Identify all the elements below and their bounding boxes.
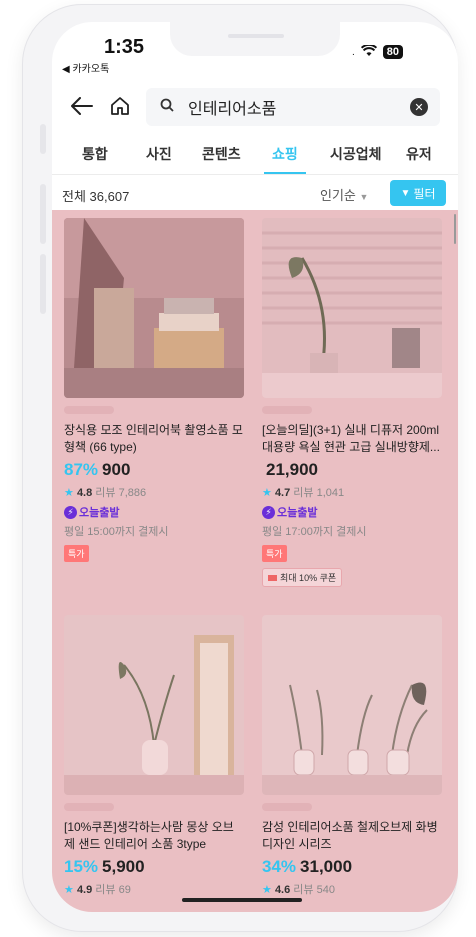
scrollbar[interactable] xyxy=(454,214,456,244)
funnel-icon: ▼ xyxy=(400,187,411,199)
volume-up-button xyxy=(40,184,46,244)
delivery-deadline: 평일 17:00까지 결제시 xyxy=(262,526,367,538)
sort-label: 인기순 xyxy=(320,188,356,203)
filter-button[interactable]: ▼ 필터 xyxy=(390,180,446,206)
delivery-label: 오늘출발 xyxy=(79,507,120,519)
brand-name xyxy=(262,803,312,811)
price: 5,900 xyxy=(102,857,145,876)
special-price-badge: 특가 xyxy=(262,545,287,562)
sort-dropdown[interactable]: 인기순 ▼ xyxy=(320,185,368,204)
tab-photos[interactable]: 사진 xyxy=(146,144,172,164)
star-icon: ★ xyxy=(262,884,272,896)
badge-row: 특가 xyxy=(262,539,442,562)
coupon-badge: 최대 10% 쿠폰 xyxy=(262,568,343,587)
today-delivery: ⚡ 오늘출발 xyxy=(262,504,442,520)
result-count: 전체 36,607 xyxy=(62,189,130,204)
rating-value: 4.8 xyxy=(76,487,93,499)
rating-row: ★ 4.6 리뷰 540 xyxy=(262,881,442,897)
home-icon[interactable] xyxy=(104,90,136,122)
price: 900 xyxy=(102,460,131,479)
review-count: 리뷰 7,886 xyxy=(95,487,147,499)
product-name: [10%쿠폰]생각하는사람 몽상 오브제 샌드 인테리어 소품 3type xyxy=(64,820,234,851)
price: 31,000 xyxy=(300,857,353,876)
star-icon: ★ xyxy=(64,487,74,499)
today-delivery: ⚡ 오늘출발 xyxy=(64,504,244,520)
back-arrow-icon[interactable] xyxy=(66,90,98,122)
rating-value: 4.6 xyxy=(274,884,291,896)
product-name: 장식용 모조 인테리어북 촬영소품 모형책 (66 type) xyxy=(64,423,243,454)
brand-name xyxy=(64,406,114,414)
product-name: [오늘의딜](3+1) 실내 디퓨저 200ml 대용량 욕실 현관 고급 실내… xyxy=(262,423,440,454)
product-image[interactable] xyxy=(262,218,442,398)
product-card[interactable]: 장식용 모조 인테리어북 촬영소품 모형책 (66 type) 87% 900 ★… xyxy=(64,218,244,562)
product-grid: 장식용 모조 인테리어북 촬영소품 모형책 (66 type) 87% 900 ★… xyxy=(52,210,458,912)
price: 21,900 xyxy=(266,460,318,479)
price-row: 21,900 xyxy=(262,460,442,480)
product-name: 감성 인테리어소품 철제오브제 화병디자인 시리즈 xyxy=(262,820,438,851)
search-tabs: 통합 사진 콘텐츠 쇼핑 시공업체 유저 xyxy=(52,132,458,175)
product-card[interactable]: [오늘의딜](3+1) 실내 디퓨저 200ml 대용량 욕실 현관 고급 실내… xyxy=(262,218,442,587)
coupon-label: 최대 10% 쿠폰 xyxy=(280,573,337,583)
mute-switch xyxy=(40,124,46,154)
delivery-deadline: 평일 15:00까지 결제시 xyxy=(64,526,169,538)
price-row: 15% 5,900 xyxy=(64,857,244,877)
price-row: 34% 31,000 xyxy=(262,857,442,877)
product-image[interactable] xyxy=(262,615,442,795)
star-icon: ★ xyxy=(262,487,272,499)
speaker-grille xyxy=(228,34,284,38)
price-row: 87% 900 xyxy=(64,460,244,480)
status-icons: . 80 xyxy=(352,43,404,60)
notch xyxy=(170,22,340,56)
status-time: 1:35 xyxy=(104,36,145,58)
delivery-label: 오늘출발 xyxy=(277,507,318,519)
top-bar: ✕ xyxy=(52,84,458,130)
special-price-badge: 특가 xyxy=(64,545,89,562)
rating-row: ★ 4.8 리뷰 7,886 xyxy=(64,484,244,500)
tab-shopping[interactable]: 쇼핑 xyxy=(272,144,298,164)
product-image[interactable] xyxy=(64,615,244,795)
review-count: 리뷰 540 xyxy=(293,884,335,896)
tab-integrated[interactable]: 통합 xyxy=(82,144,108,164)
product-image[interactable] xyxy=(64,218,244,398)
back-to-app-link[interactable]: ◀ 카카오톡 xyxy=(62,60,109,75)
brand-name xyxy=(262,406,312,414)
wifi-icon xyxy=(360,43,377,60)
brand-name xyxy=(64,803,114,811)
screen: 1:35 ◀ 카카오톡 . 80 ✕ 통합 사진 콘텐츠 쇼핑 시공업체 유저 xyxy=(52,22,458,912)
discount-rate: 87% xyxy=(64,460,99,479)
chevron-down-icon: ▼ xyxy=(359,192,369,202)
product-card[interactable]: [10%쿠폰]생각하는사람 몽상 오브제 샌드 인테리어 소품 3type 15… xyxy=(64,615,244,897)
rating-row: ★ 4.9 리뷰 69 xyxy=(64,881,244,897)
rating-value: 4.7 xyxy=(274,487,291,499)
home-indicator[interactable] xyxy=(182,898,302,902)
star-icon: ★ xyxy=(64,884,74,896)
search-input[interactable] xyxy=(186,97,390,117)
review-count: 리뷰 1,041 xyxy=(293,487,345,499)
lightning-icon: ⚡ xyxy=(262,505,275,519)
rating-row: ★ 4.7 리뷰 1,041 xyxy=(262,484,442,500)
signal-icon: . xyxy=(352,46,355,58)
product-card[interactable]: 감성 인테리어소품 철제오브제 화병디자인 시리즈 34% 31,000 ★ 4.… xyxy=(262,615,442,897)
tab-users[interactable]: 유저 xyxy=(406,144,432,164)
discount-rate: 15% xyxy=(64,857,99,876)
review-count: 리뷰 69 xyxy=(95,884,131,896)
lightning-icon: ⚡ xyxy=(64,505,77,519)
filter-label: 필터 xyxy=(413,186,436,201)
tab-contents[interactable]: 콘텐츠 xyxy=(202,144,241,164)
discount-rate: 34% xyxy=(262,857,297,876)
search-icon xyxy=(160,98,174,117)
tab-contractors[interactable]: 시공업체 xyxy=(330,144,382,164)
battery-icon: 80 xyxy=(382,45,404,59)
search-box[interactable]: ✕ xyxy=(146,88,440,126)
filter-bar: 전체 36,607 인기순 ▼ ▼ 필터 xyxy=(52,174,458,210)
rating-value: 4.9 xyxy=(76,884,93,896)
volume-down-button xyxy=(40,254,46,314)
coupon-icon xyxy=(268,574,277,581)
clear-search-icon[interactable]: ✕ xyxy=(410,98,428,116)
